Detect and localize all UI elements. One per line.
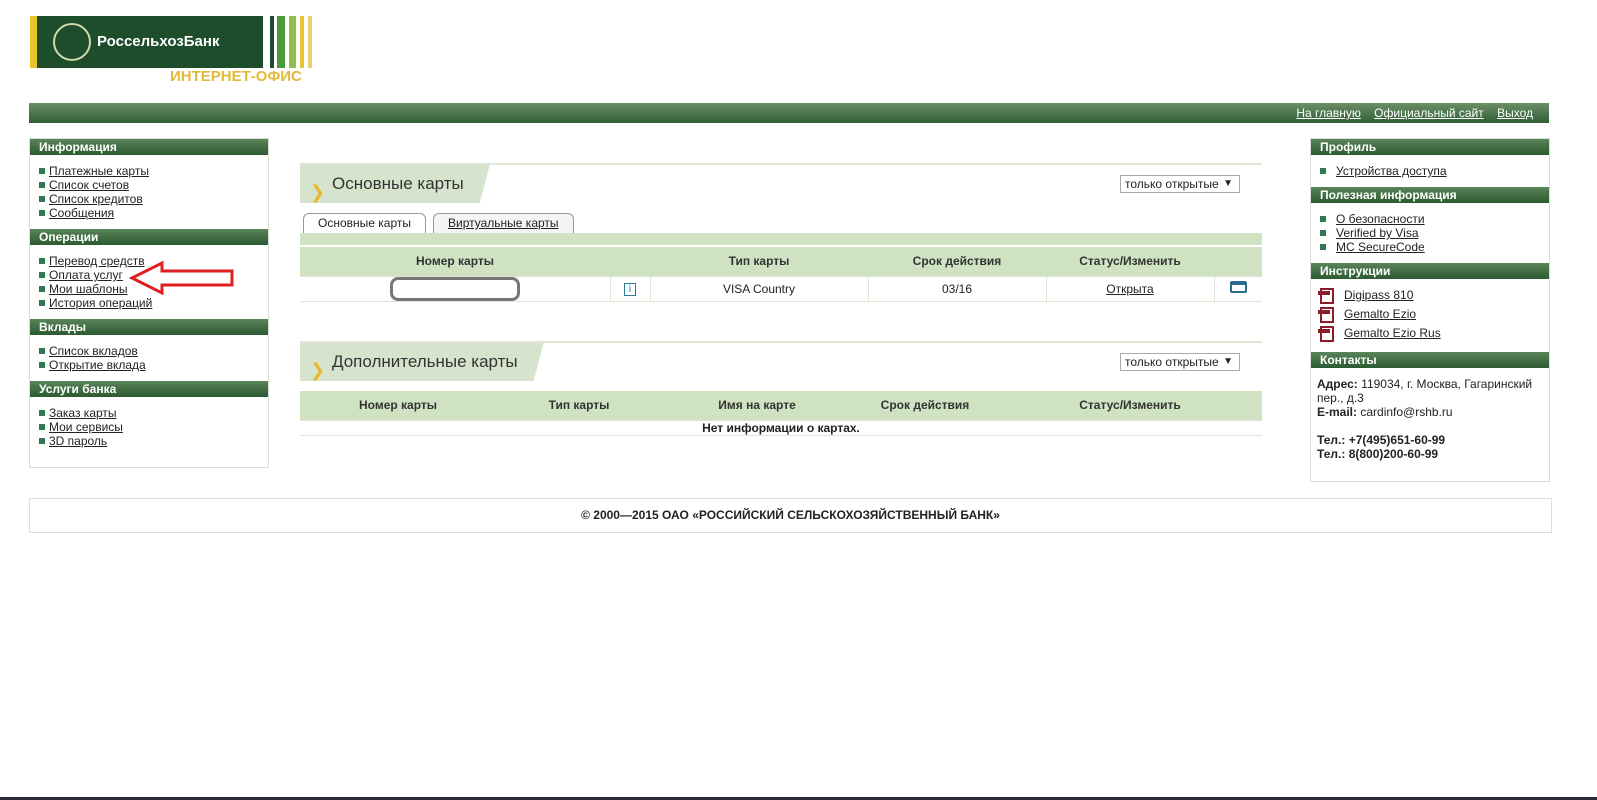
tab-main-cards[interactable]: Основные карты <box>303 213 426 233</box>
section-header-ops: Операции <box>30 229 268 245</box>
nav-pay-services[interactable]: Оплата услуг <box>49 268 123 282</box>
top-nav-bar: На главную Официальный сайт Выход <box>29 103 1549 123</box>
nav-payment-cards[interactable]: Платежные карты <box>49 164 149 178</box>
section-header-instructions: Инструкции <box>1311 263 1549 279</box>
card-icon[interactable] <box>1229 281 1247 293</box>
nav-credits[interactable]: Список кредитов <box>49 192 143 206</box>
left-sidebar: Информация Платежные карты Список счетов… <box>29 138 269 468</box>
mc-securecode-link[interactable]: MC SecureCode <box>1336 240 1425 254</box>
logout-link[interactable]: Выход <box>1497 106 1533 120</box>
card-type: VISA Country <box>650 275 869 301</box>
wheat-icon: ❯ <box>310 182 326 202</box>
official-site-link[interactable]: Официальный сайт <box>1374 106 1484 120</box>
logo-subtitle: ИНТЕРНЕТ-ОФИС <box>170 68 302 85</box>
section-header-deposits: Вклады <box>30 319 268 335</box>
nav-templates[interactable]: Мои шаблоны <box>49 282 128 296</box>
right-sidebar: Профиль Устройства доступа Полезная инфо… <box>1310 138 1550 482</box>
access-devices-link[interactable]: Устройства доступа <box>1336 164 1447 178</box>
col-expiry: Срок действия <box>868 247 1046 276</box>
redacted-card-number <box>389 276 520 301</box>
dropdown-arrow-icon: ▼ <box>1223 356 1233 367</box>
bank-logo[interactable]: РоссельхозБанк ИНТЕРНЕТ-ОФИС <box>30 16 330 86</box>
card-expiry: 03/16 <box>868 275 1047 301</box>
filter-select-main[interactable]: только открытые ▼ <box>1120 175 1240 193</box>
section-header-info: Информация <box>30 139 268 155</box>
nav-messages[interactable]: Сообщения <box>49 206 114 220</box>
pdf-icon <box>1318 325 1334 342</box>
main-cards-header: ❯ Основные карты только открытые ▼ <box>300 163 1262 203</box>
nav-history[interactable]: История операций <box>49 296 152 310</box>
col-status: Статус/Изменить <box>998 391 1262 420</box>
security-link[interactable]: О безопасности <box>1336 212 1425 226</box>
gemalto-ezio-link[interactable]: Gemalto Ezio <box>1344 305 1416 324</box>
contacts-block: Адрес: 119034, г. Москва, Гагаринский пе… <box>1317 377 1533 461</box>
pdf-icon <box>1318 306 1334 323</box>
additional-cards-table: Номер карты Тип карты Имя на карте Срок … <box>300 391 1262 436</box>
dropdown-arrow-icon: ▼ <box>1223 178 1233 189</box>
filter-select-additional[interactable]: только открытые ▼ <box>1120 353 1240 371</box>
verified-by-visa-link[interactable]: Verified by Visa <box>1336 226 1419 240</box>
info-icon[interactable]: i <box>624 283 636 296</box>
nav-my-services[interactable]: Мои сервисы <box>49 420 123 434</box>
table-row: i VISA Country 03/16 Открыта <box>300 275 1262 301</box>
section-header-contacts: Контакты <box>1311 352 1549 368</box>
section-header-services: Услуги банка <box>30 381 268 397</box>
section-header-profile: Профиль <box>1311 139 1549 155</box>
gemalto-ezio-rus-link[interactable]: Gemalto Ezio Rus <box>1344 324 1441 343</box>
red-arrow-annotation <box>128 260 234 296</box>
col-status: Статус/Изменить <box>1046 247 1214 276</box>
nav-open-deposit[interactable]: Открытие вклада <box>49 358 146 372</box>
section-title: Дополнительные карты <box>332 352 518 371</box>
col-name-on-card: Имя на карте <box>662 391 852 420</box>
logo-bank-name: РоссельхозБанк <box>97 33 220 50</box>
col-card-number: Номер карты <box>300 391 496 420</box>
digipass-link[interactable]: Digipass 810 <box>1344 286 1413 305</box>
col-card-type: Тип карты <box>650 247 868 276</box>
footer-copyright: © 2000—2015 ОАО «РОССИЙСКИЙ СЕЛЬСКОХОЗЯЙ… <box>29 498 1552 533</box>
nav-3d-password[interactable]: 3D пароль <box>49 434 107 448</box>
additional-cards-header: ❯ Дополнительные карты только открытые ▼ <box>300 341 1262 381</box>
nav-deposits-list[interactable]: Список вкладов <box>49 344 138 358</box>
logo-emblem-icon <box>53 23 91 61</box>
col-card-number: Номер карты <box>300 247 610 276</box>
home-link[interactable]: На главную <box>1296 106 1360 120</box>
section-header-useful: Полезная информация <box>1311 187 1549 203</box>
tab-virtual-cards[interactable]: Виртуальные карты <box>433 213 574 233</box>
nav-order-card[interactable]: Заказ карты <box>49 406 117 420</box>
wheat-icon: ❯ <box>310 360 326 380</box>
logo-banner: РоссельхозБанк <box>30 16 263 68</box>
section-title: Основные карты <box>332 174 464 193</box>
card-status-link[interactable]: Открыта <box>1106 282 1153 296</box>
col-card-type: Тип карты <box>496 391 662 420</box>
nav-accounts[interactable]: Список счетов <box>49 178 129 192</box>
main-cards-table: Номер карты Тип карты Срок действия Стат… <box>300 233 1262 302</box>
empty-message: Нет информации о картах. <box>300 419 1262 435</box>
col-expiry: Срок действия <box>852 391 998 420</box>
pdf-icon <box>1318 287 1334 304</box>
